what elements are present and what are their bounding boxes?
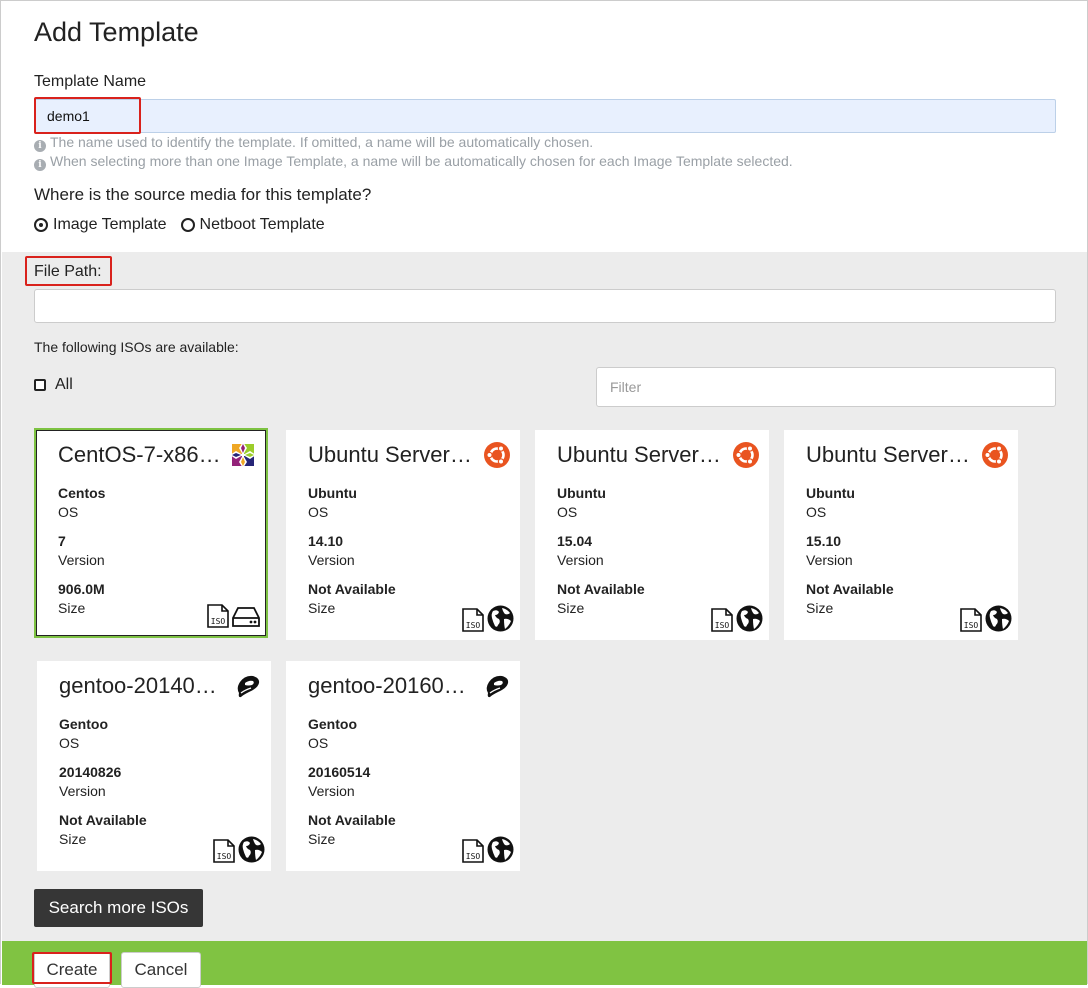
iso-card[interactable]: Ubuntu Server 15.10 Ubuntu OS 15.10 Vers… <box>784 430 1018 640</box>
checkbox-icon <box>34 379 46 391</box>
iso-os-value: Gentoo <box>308 716 357 732</box>
source-question: Where is the source media for this templ… <box>34 185 372 204</box>
iso-os-value: Ubuntu <box>557 485 606 501</box>
add-template-dialog: Add Template Template Name demo1 i The na… <box>0 0 1088 988</box>
iso-os-label: OS <box>59 735 80 751</box>
iso-size-value: Not Available <box>806 581 894 597</box>
source-radio-group: Image Template Netboot Template <box>34 216 325 234</box>
iso-version-value: 14.10 <box>308 533 344 549</box>
iso-card[interactable]: Ubuntu Server 15.04 Ubuntu OS 15.04 Vers… <box>535 430 769 640</box>
globe-icon <box>736 605 763 632</box>
globe-icon <box>985 605 1012 632</box>
iso-card[interactable]: gentoo-20140826 Gentoo OS 20140826 Versi… <box>37 661 271 871</box>
iso-version-value: 20160514 <box>308 764 371 780</box>
iso-size-value: Not Available <box>557 581 645 597</box>
ubuntu-logo-icon <box>484 442 510 468</box>
svg-text:ISO: ISO <box>964 621 979 630</box>
globe-icon <box>487 836 514 863</box>
gentoo-logo-icon <box>237 675 260 698</box>
iso-version-label: Version <box>806 552 853 568</box>
svg-text:ISO: ISO <box>466 621 481 630</box>
iso-os-label: OS <box>308 504 329 520</box>
iso-size-label: Size <box>308 831 336 847</box>
iso-version-value: 15.04 <box>557 533 593 549</box>
radio-label: Netboot Template <box>199 216 325 233</box>
iso-size-value: Not Available <box>59 812 147 828</box>
iso-card-name: Ubuntu Server 15.04 <box>557 442 723 467</box>
iso-size-label: Size <box>806 600 834 616</box>
iso-version-label: Version <box>308 552 355 568</box>
ubuntu-logo-icon <box>733 442 759 468</box>
iso-version-label: Version <box>308 783 355 799</box>
globe-icon <box>238 836 265 863</box>
iso-size-value: Not Available <box>308 812 396 828</box>
iso-os-value: Ubuntu <box>806 485 855 501</box>
iso-version-value: 15.10 <box>806 533 842 549</box>
iso-size-label: Size <box>557 600 585 616</box>
ubuntu-logo-icon <box>982 442 1008 468</box>
svg-text:ISO: ISO <box>466 852 481 861</box>
iso-os-value: Gentoo <box>59 716 108 732</box>
iso-size-value: 906.0M <box>58 581 105 597</box>
template-name-input[interactable]: demo1 <box>34 99 1056 133</box>
file-path-input[interactable] <box>34 289 1056 323</box>
iso-os-value: Centos <box>58 485 106 501</box>
iso-size-label: Size <box>59 831 87 847</box>
iso-os-value: Ubuntu <box>308 485 357 501</box>
iso-card-name: CentOS-7-x86_64 <box>58 442 224 467</box>
file-path-label: File Path: <box>34 263 102 280</box>
iso-version-label: Version <box>557 552 604 568</box>
iso-os-label: OS <box>806 504 827 520</box>
iso-os-label: OS <box>557 504 578 520</box>
iso-version-value: 7 <box>58 533 66 549</box>
radio-netboot-template[interactable]: Netboot Template <box>180 216 325 234</box>
info-icon: i <box>34 140 46 152</box>
iso-card-name: Ubuntu Server 15.10 <box>806 442 972 467</box>
iso-card[interactable]: Ubuntu Server 14.10 Ubuntu OS 14.10 Vers… <box>286 430 520 640</box>
svg-text:ISO: ISO <box>715 621 730 630</box>
iso-card[interactable]: CentOS-7-x86_64 Centos OS 7 Version 906.… <box>34 428 268 638</box>
iso-icon: ISO <box>462 608 484 632</box>
available-isos-text: The following ISOs are available: <box>34 339 239 355</box>
iso-icon: ISO <box>960 608 982 632</box>
help-text-name: i The name used to identify the template.… <box>34 134 593 152</box>
gentoo-logo-icon <box>486 675 509 698</box>
centos-logo-icon <box>230 442 256 468</box>
cancel-button[interactable]: Cancel <box>121 952 201 988</box>
create-button[interactable]: Create <box>34 952 110 988</box>
iso-size-label: Size <box>58 600 86 616</box>
iso-icon: ISO <box>207 604 229 628</box>
iso-icon: ISO <box>711 608 733 632</box>
help-text-multiple: i When selecting more than one Image Temp… <box>34 153 793 171</box>
select-all-label: All <box>55 376 73 393</box>
radio-image-template[interactable]: Image Template <box>34 216 167 234</box>
iso-icon: ISO <box>213 839 235 863</box>
select-all-checkbox[interactable]: All <box>34 376 73 394</box>
iso-os-label: OS <box>308 735 329 751</box>
iso-icon: ISO <box>462 839 484 863</box>
search-more-isos-button[interactable]: Search more ISOs <box>34 889 203 927</box>
hard-drive-icon <box>232 607 260 627</box>
iso-version-label: Version <box>58 552 105 568</box>
radio-label: Image Template <box>53 216 167 233</box>
iso-os-label: OS <box>58 504 79 520</box>
dialog-title: Add Template <box>34 17 199 47</box>
filter-input[interactable]: Filter <box>596 367 1056 407</box>
svg-text:ISO: ISO <box>217 852 232 861</box>
template-name-label: Template Name <box>34 73 147 90</box>
iso-card-name: gentoo-20140826 <box>59 673 225 698</box>
iso-card-name: Ubuntu Server 14.10 <box>308 442 474 467</box>
radio-unchecked-icon <box>180 218 195 232</box>
iso-size-value: Not Available <box>308 581 396 597</box>
info-icon: i <box>34 159 46 171</box>
iso-version-label: Version <box>59 783 106 799</box>
globe-icon <box>487 605 514 632</box>
iso-version-value: 20140826 <box>59 764 122 780</box>
iso-card-name: gentoo-20160514 <box>308 673 474 698</box>
iso-size-label: Size <box>308 600 336 616</box>
radio-checked-icon <box>34 218 48 232</box>
svg-text:ISO: ISO <box>211 617 226 626</box>
iso-card[interactable]: gentoo-20160514 Gentoo OS 20160514 Versi… <box>286 661 520 871</box>
